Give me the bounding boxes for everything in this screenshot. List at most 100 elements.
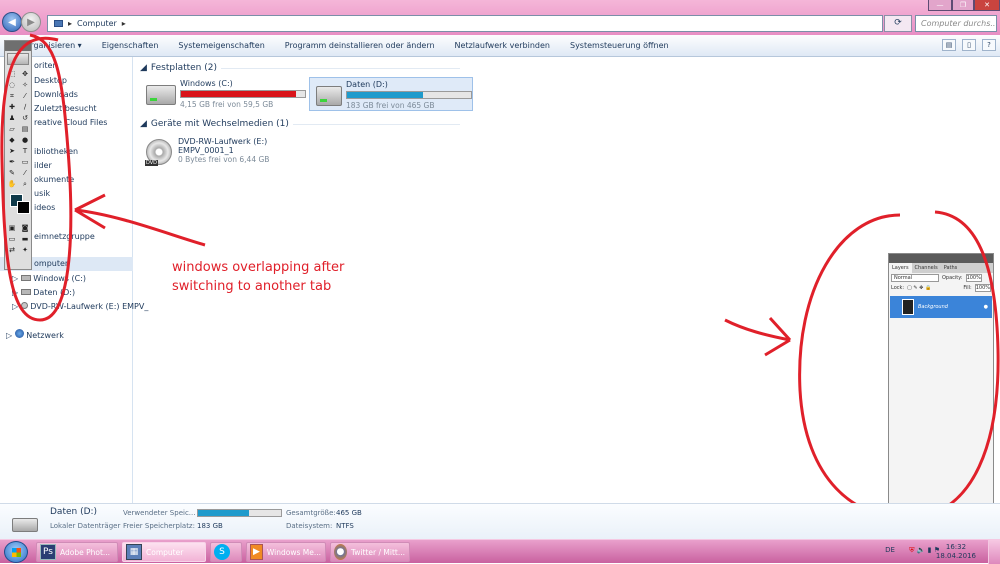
hand-tool-icon[interactable]: ✋ xyxy=(6,179,18,189)
photoshop-tools-panel[interactable]: ⬚ ✥ ◌ ✧ ⌗ ⁄ ✚ ∕ ♟ ↺ ▱ ▤ ◆ ● ➤ T ✒ ▭ ✎ ⁄ ✋ ⌕ ▣ ◙ ▭ ▬ ⇄… xyxy=(4,40,32,270)
expand-arrow-icon[interactable]: ▷ xyxy=(12,274,21,283)
magic-wand-tool-icon[interactable]: ✧ xyxy=(19,80,31,90)
group-header-removable[interactable]: ◢ Geräte mit Wechselmedien (1) xyxy=(140,119,460,129)
stamp-tool-icon[interactable]: ♟ xyxy=(6,113,18,123)
group-header-hard-disks[interactable]: ◢ Festplatten (2) xyxy=(140,63,460,73)
panel-titlebar[interactable] xyxy=(889,254,993,263)
screen-mode-icon[interactable]: ▭ xyxy=(6,234,18,244)
close-button[interactable]: ✕ xyxy=(974,0,1000,11)
address-bar[interactable]: ▸ Computer ▸ xyxy=(47,15,883,32)
gradient-tool-icon[interactable]: ▤ xyxy=(19,124,31,134)
color-swatches[interactable] xyxy=(7,194,30,218)
search-input[interactable]: Computer durchs... xyxy=(915,15,997,32)
toolbar-properties[interactable]: Eigenschaften xyxy=(92,41,169,50)
help-icon[interactable]: ? xyxy=(982,39,996,51)
clock[interactable]: 16:32 18.04.2016 xyxy=(936,543,976,561)
language-indicator[interactable]: DE xyxy=(885,546,895,554)
network-tray-icon[interactable]: ▮ xyxy=(928,546,932,554)
tab-paths[interactable]: Paths xyxy=(941,263,961,273)
drive-item-d[interactable]: Daten (D:) 183 GB frei von 465 GB xyxy=(309,77,473,111)
toolbar-map-network-drive[interactable]: Netzlaufwerk verbinden xyxy=(445,41,560,50)
show-desktop-button[interactable] xyxy=(988,540,1000,564)
sidebar-item-homegroup[interactable]: eimnetzgruppe xyxy=(34,230,95,244)
marquee-tool-icon[interactable]: ⬚ xyxy=(6,69,18,79)
screen-mode2-icon[interactable]: ▬ xyxy=(19,234,31,244)
sidebar-item-drive-c[interactable]: ▷ Windows (C:) xyxy=(12,272,86,286)
start-button[interactable] xyxy=(4,541,28,563)
brush-tool-icon[interactable]: ∕ xyxy=(19,102,31,112)
history-brush-icon[interactable]: ↺ xyxy=(19,113,31,123)
eyedropper2-tool-icon[interactable]: ⁄ xyxy=(19,168,31,178)
sidebar-item-downloads[interactable]: Downloads xyxy=(34,88,78,102)
collapse-arrow-icon[interactable]: ◢ xyxy=(140,119,147,129)
toolbar-uninstall-program[interactable]: Programm deinstallieren oder ändern xyxy=(275,41,445,50)
standard-mode-icon[interactable]: ▣ xyxy=(6,223,18,233)
lasso-tool-icon[interactable]: ◌ xyxy=(6,80,18,90)
eraser-tool-icon[interactable]: ▱ xyxy=(6,124,18,134)
breadcrumb-computer[interactable]: Computer xyxy=(77,19,117,28)
sidebar-item-creative-cloud[interactable]: reative Cloud Files xyxy=(34,116,107,130)
drive-item-c[interactable]: Windows (C:) 4,15 GB frei von 59,5 GB xyxy=(140,77,308,111)
volume-icon[interactable]: 🔈 xyxy=(917,546,926,554)
photoshop-layers-panel[interactable]: Layers Channels Paths Normal Opacity: 10… xyxy=(888,253,994,539)
view-options-icon[interactable]: ▤ xyxy=(942,39,956,51)
crop-tool-icon[interactable]: ⌗ xyxy=(6,91,18,101)
back-button[interactable]: ◀ xyxy=(2,12,22,32)
panel-grip[interactable] xyxy=(5,41,31,51)
network-icon xyxy=(14,329,24,338)
zoom-tool-icon[interactable]: ⌕ xyxy=(19,179,31,189)
notes-tool-icon[interactable]: ✎ xyxy=(6,168,18,178)
sidebar-item-videos[interactable]: ideos xyxy=(34,201,55,215)
background-color-swatch[interactable] xyxy=(17,201,30,214)
sidebar-item-music[interactable]: usik xyxy=(34,187,50,201)
tab-channels[interactable]: Channels xyxy=(912,263,941,273)
type-tool-icon[interactable]: T xyxy=(19,146,31,156)
refresh-button[interactable]: ⟳ xyxy=(884,15,912,32)
eyedropper-tool-icon[interactable]: ⁄ xyxy=(19,91,31,101)
blend-mode-select[interactable]: Normal xyxy=(891,274,939,282)
toolbar-open-control-panel[interactable]: Systemsteuerung öffnen xyxy=(560,41,679,50)
sidebar-item-desktop[interactable]: Desktop xyxy=(34,74,67,88)
sidebar-item-favorites[interactable]: oriten xyxy=(34,59,58,73)
jump-to-icon[interactable]: ⇄ xyxy=(6,245,18,255)
healing-tool-icon[interactable]: ✚ xyxy=(6,102,18,112)
pen-tool-icon[interactable]: ✒ xyxy=(6,157,18,167)
lock-icons[interactable]: ▢ ✎ ✥ 🔒 xyxy=(907,285,931,291)
blur-tool-icon[interactable]: ◆ xyxy=(6,135,18,145)
drive-item-dvd[interactable]: DVD DVD-RW-Laufwerk (E:) EMPV_0001_1 0 B… xyxy=(134,135,334,171)
maximize-button[interactable]: ❐ xyxy=(952,0,974,11)
sidebar-item-drive-e[interactable]: ▷ DVD-RW-Laufwerk (E:) EMPV_ xyxy=(12,300,148,314)
taskbar-item-computer[interactable]: ▦ Computer xyxy=(122,542,206,562)
sidebar-item-libraries[interactable]: ibliotheken xyxy=(34,145,78,159)
taskbar-item-firefox[interactable]: ● Twitter / Mitt... xyxy=(330,542,410,562)
forward-button[interactable]: ▶ xyxy=(21,12,41,32)
sidebar-item-label: Netzwerk xyxy=(26,331,64,340)
tab-layers[interactable]: Layers xyxy=(889,263,912,273)
expand-arrow-icon[interactable]: ▷ xyxy=(12,288,21,297)
preview-pane-icon[interactable]: ▯ xyxy=(962,39,976,51)
collapse-arrow-icon[interactable]: ◢ xyxy=(140,63,147,73)
path-select-tool-icon[interactable]: ➤ xyxy=(6,146,18,156)
sidebar-item-pictures[interactable]: ilder xyxy=(34,159,52,173)
quickmask-mode-icon[interactable]: ◙ xyxy=(19,223,31,233)
taskbar-label: Windows Me... xyxy=(266,547,321,557)
expand-arrow-icon[interactable]: ▷ xyxy=(6,331,15,340)
layer-row-background[interactable]: Background ● xyxy=(890,296,992,318)
taskbar-item-media-player[interactable]: ▶ Windows Me... xyxy=(246,542,326,562)
expand-arrow-icon[interactable]: ▷ xyxy=(12,302,21,311)
toolbar-system-properties[interactable]: Systemeigenschaften xyxy=(168,41,274,50)
sidebar-item-documents[interactable]: okumente xyxy=(34,173,74,187)
fill-input[interactable]: 100% xyxy=(974,284,991,292)
sidebar-item-drive-d[interactable]: ▷ Daten (D:) xyxy=(12,286,75,300)
shape-tool-icon[interactable]: ▭ xyxy=(19,157,31,167)
move-tool-icon[interactable]: ✥ xyxy=(19,69,31,79)
imageready-icon[interactable]: ✦ xyxy=(19,245,31,255)
minimize-button[interactable]: — xyxy=(928,0,952,11)
taskbar-item-photoshop[interactable]: Ps Adobe Phot... xyxy=(36,542,118,562)
dodge-tool-icon[interactable]: ● xyxy=(19,135,31,145)
taskbar-item-skype[interactable]: S xyxy=(210,542,242,562)
antivirus-icon[interactable]: ⛨ xyxy=(909,546,914,554)
sidebar-item-network[interactable]: ▷ Netzwerk xyxy=(6,329,64,343)
opacity-input[interactable]: 100% xyxy=(965,274,982,282)
sidebar-item-recent[interactable]: Zuletzt besucht xyxy=(34,102,97,116)
